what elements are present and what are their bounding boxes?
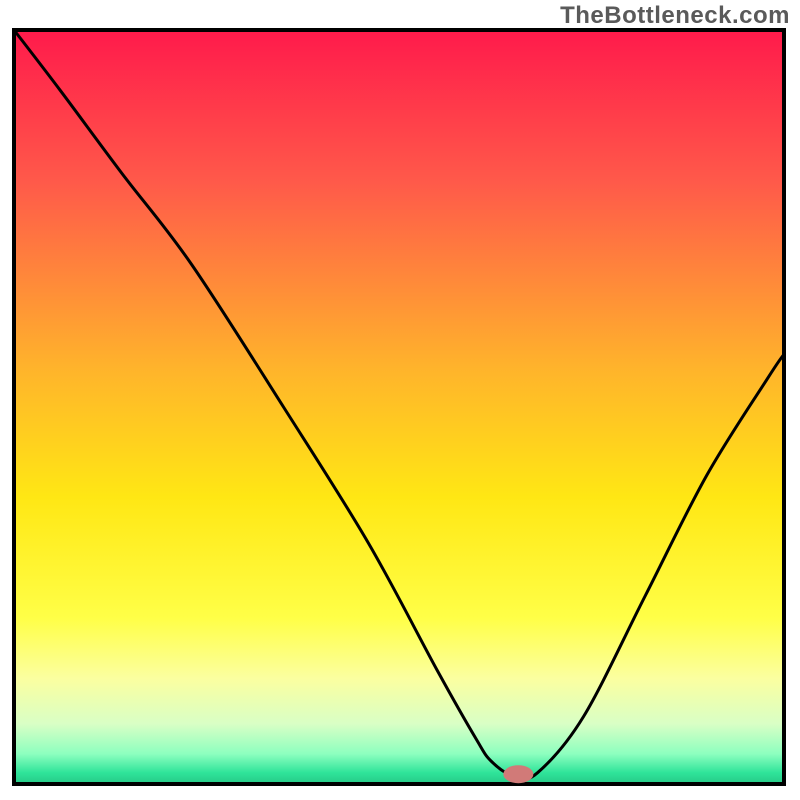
plot-background: [14, 30, 784, 784]
bottleneck-chart: TheBottleneck.com: [0, 0, 800, 800]
chart-svg: [0, 0, 800, 800]
optimal-point-marker: [503, 765, 533, 783]
watermark-text: TheBottleneck.com: [560, 2, 790, 30]
